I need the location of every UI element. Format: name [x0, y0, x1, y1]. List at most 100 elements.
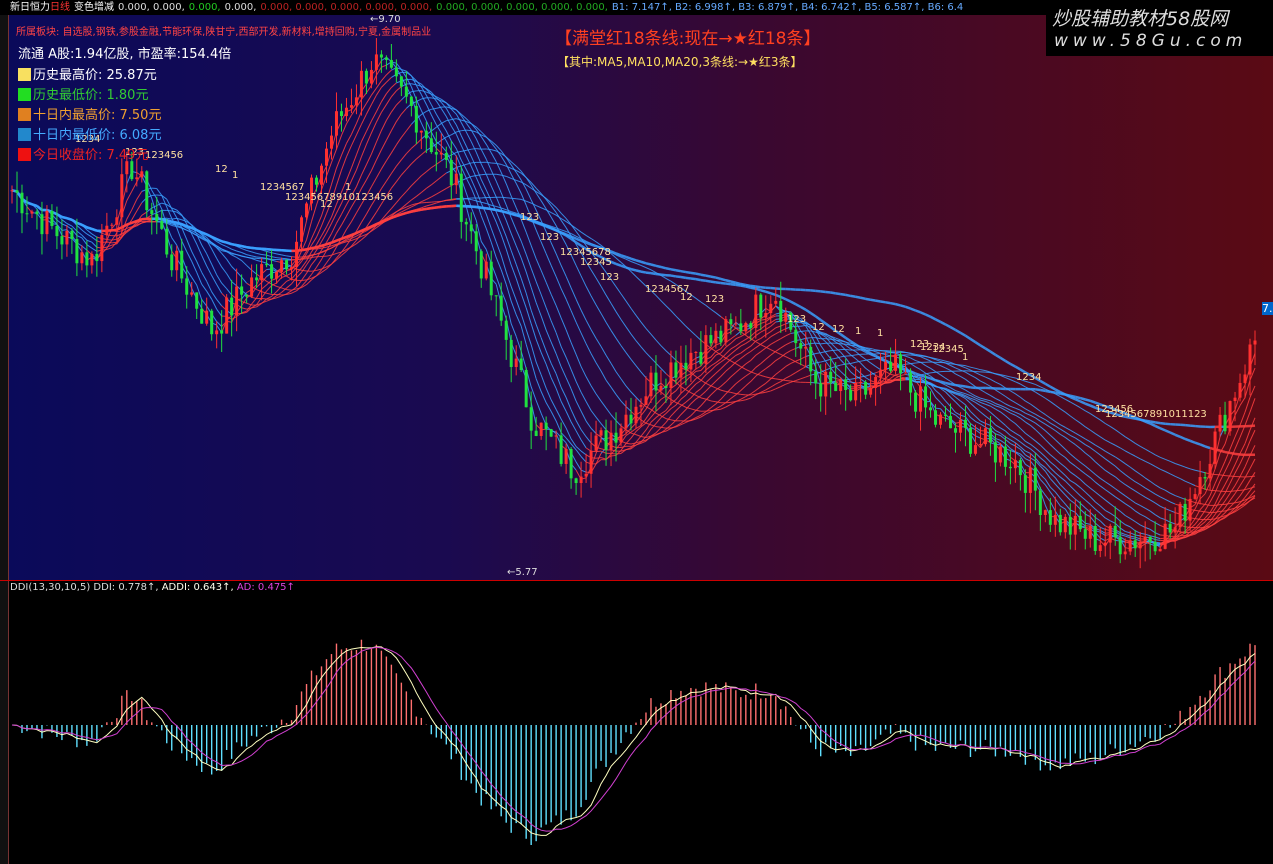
ma-line-segment [286, 268, 292, 272]
ma-line-segment [1199, 443, 1206, 448]
ma-line-segment [1139, 445, 1146, 450]
candle-body [973, 445, 977, 454]
ma-line-segment [1064, 508, 1071, 518]
candle-body [749, 323, 753, 328]
ma-line-segment [246, 254, 252, 257]
ma-line-segment [1099, 465, 1106, 471]
ma-line-segment [780, 344, 787, 349]
ma-line-segment [231, 248, 237, 252]
ma-line-segment [620, 445, 627, 448]
ma-line-segment [91, 241, 98, 248]
ma-line-segment [1110, 442, 1116, 446]
ma-line-segment [965, 365, 971, 368]
ma-line-segment [755, 386, 762, 391]
candle-body [1168, 523, 1172, 533]
ma-line-segment [680, 269, 687, 274]
candle-body [369, 69, 373, 84]
ma-line-segment [261, 284, 267, 290]
ma-line-segment [965, 410, 971, 418]
ma-line-segment [171, 220, 177, 224]
ma-line-segment [1025, 454, 1031, 459]
ma-line-segment [740, 399, 746, 402]
ma-line-segment [111, 241, 117, 244]
ma-line-segment [545, 329, 552, 343]
ma-line-segment [959, 331, 967, 337]
ma-line-segment [1030, 443, 1036, 449]
candle-body [105, 225, 109, 236]
candle-body [544, 422, 548, 430]
ma-line-segment [1040, 416, 1046, 421]
candle-body [145, 171, 149, 211]
ma-line-segment [825, 358, 831, 362]
ma-line-segment [1109, 492, 1116, 498]
ma-line-segment [390, 181, 397, 189]
ma-line-segment [1079, 448, 1086, 454]
candle-body [694, 351, 698, 353]
ma-line-segment [515, 245, 522, 259]
ma-line-segment [535, 221, 542, 226]
ma-line-segment [271, 278, 277, 281]
ma-line-segment [246, 265, 252, 271]
ma-line-segment [695, 335, 702, 341]
ma-line-segment [176, 227, 183, 242]
ma-line-segment [490, 185, 497, 198]
ma-line-segment [411, 143, 417, 149]
ma-line-segment [770, 388, 776, 392]
candle-body [948, 415, 952, 429]
ma-line-segment [1184, 466, 1191, 470]
ma-line-segment [1025, 408, 1031, 412]
ma-line-segment [945, 407, 951, 413]
ma-line-segment [1000, 400, 1006, 405]
ma-line-segment [1149, 480, 1156, 486]
ma-line-segment [760, 289, 767, 293]
ma-line-segment [436, 176, 442, 182]
ma-line-segment [311, 245, 317, 250]
candle-body [724, 319, 728, 343]
ma-line-segment [685, 383, 692, 390]
ma-line-segment [411, 209, 417, 213]
ma-line-segment [590, 385, 597, 395]
candle-body [1068, 516, 1072, 535]
ma-line-segment [1135, 536, 1141, 540]
ma-line-segment [1050, 417, 1056, 422]
ma-line-segment [471, 161, 477, 164]
ma-line-segment [26, 201, 33, 206]
ma-line-segment [1069, 485, 1076, 492]
ma-line-segment [390, 144, 397, 154]
ma-line-segment [1129, 466, 1136, 472]
ma-line-segment [380, 104, 387, 113]
ma-line-segment [860, 296, 866, 301]
ma-line-segment [1070, 471, 1076, 476]
ma-line-segment [710, 403, 717, 409]
ma-line-segment [286, 255, 292, 258]
ma-line-segment [820, 360, 826, 363]
candle-body [659, 385, 663, 391]
ma-line-segment [1049, 444, 1056, 450]
ma-line-segment [625, 385, 632, 393]
ma-line-segment [266, 292, 272, 295]
ma-line-segment [1099, 505, 1106, 511]
ma-line-segment [1040, 451, 1046, 458]
ma-line-segment [1059, 484, 1066, 490]
ma-line-segment [1244, 397, 1251, 413]
ma-line-segment [790, 358, 796, 363]
candle-body [904, 372, 908, 374]
ma-line-segment [730, 338, 737, 344]
ma-line-segment [1224, 450, 1231, 455]
ma-line-segment [510, 233, 517, 246]
chart-canvas[interactable]: 1234123 123456121123456712345678910123456… [0, 0, 1273, 864]
ma-line-segment [625, 437, 632, 444]
ma-line-segment [1035, 429, 1041, 435]
ma-line-segment [550, 341, 557, 354]
ma-line-segment [720, 393, 727, 400]
ma-line-segment [1244, 490, 1251, 498]
ma-line-segment [630, 442, 637, 445]
ma-line-segment [615, 252, 622, 257]
ma-line-segment [995, 403, 1001, 406]
ma-line-segment [421, 187, 427, 193]
ma-line-segment [935, 390, 941, 396]
ma-line-segment [1030, 424, 1036, 430]
ma-line-segment [1249, 429, 1256, 442]
ma-line-segment [500, 255, 507, 273]
ma-line-segment [760, 324, 767, 330]
